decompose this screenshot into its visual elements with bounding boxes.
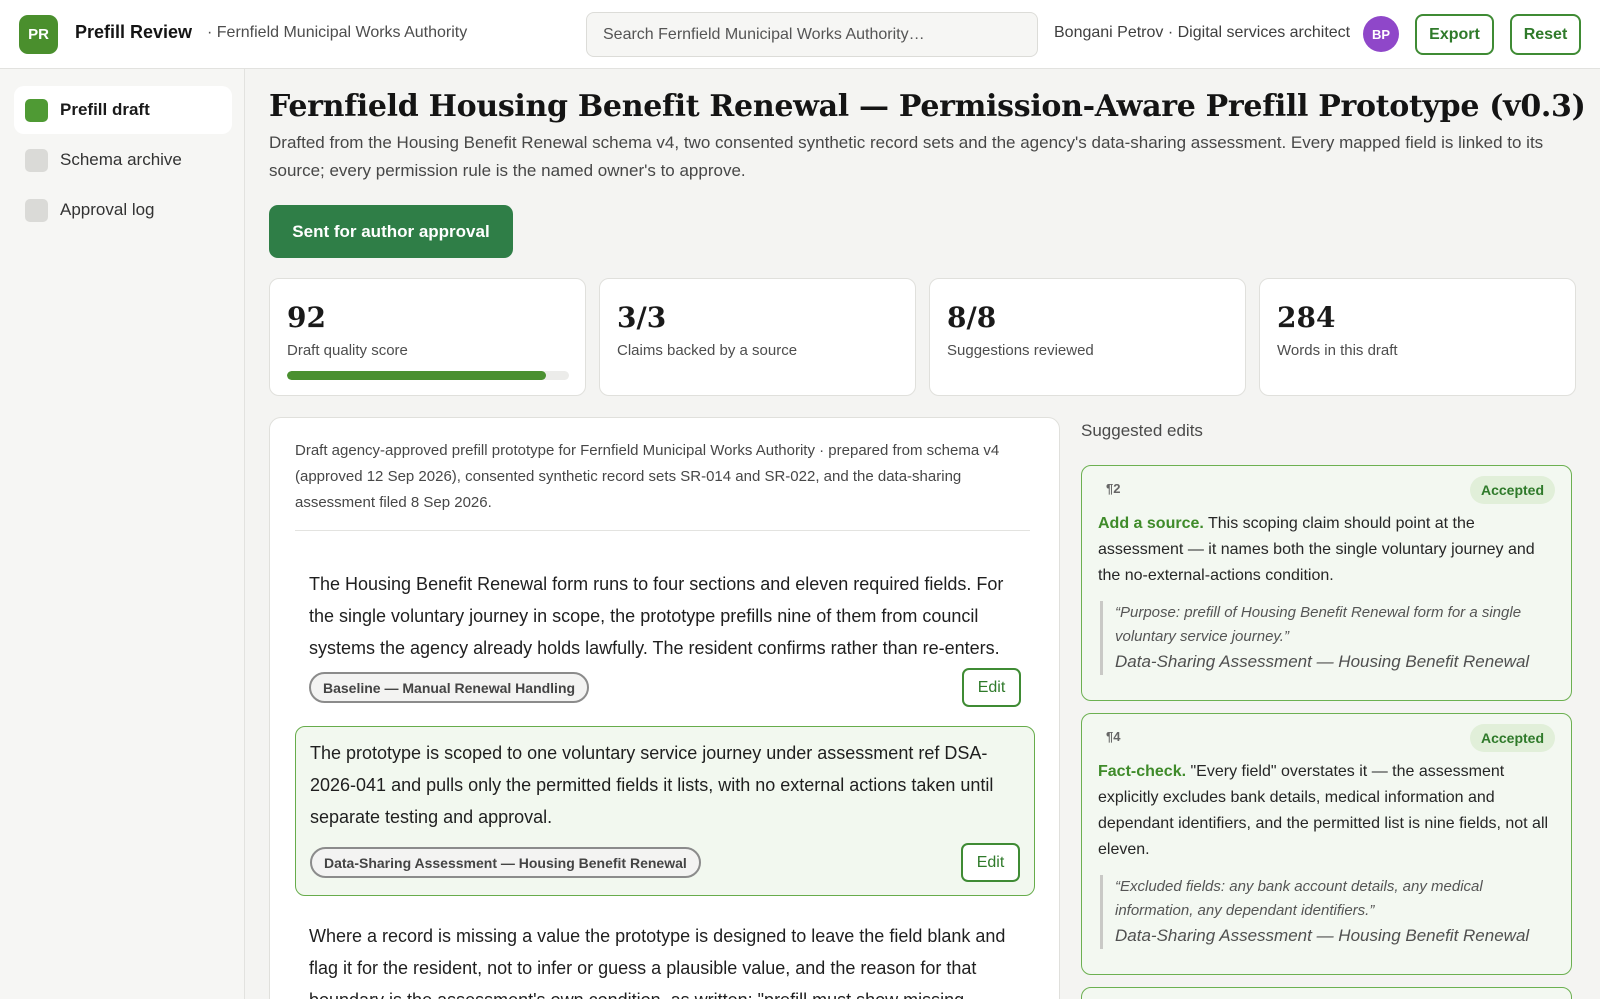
suggested-edits-title: Suggested edits <box>1081 421 1203 440</box>
paragraph-text: The Housing Benefit Renewal form runs to… <box>309 574 1004 658</box>
status-button[interactable]: Sent for author approval <box>269 205 513 258</box>
draft-paragraph: The Housing Benefit Renewal form runs to… <box>295 558 1035 710</box>
sidebar-item-approval-log[interactable]: Approval log <box>14 186 232 234</box>
export-button[interactable]: Export <box>1415 14 1494 55</box>
sidebar-item-label: Schema archive <box>60 150 182 169</box>
square-icon <box>25 148 48 172</box>
status-badge: Accepted <box>1469 476 1555 504</box>
source-tag[interactable]: Baseline — Manual Renewal Handling <box>309 672 590 703</box>
top-bar: PR Prefill Review · Fernfield Municipal … <box>0 0 1600 69</box>
stat-card-claims: 3/3 Claims backed by a source <box>599 278 916 396</box>
source-quote: “Excluded fields: any bank account detai… <box>1100 875 1554 949</box>
quote-source: Data-Sharing Assessment — Housing Benefi… <box>1115 652 1530 671</box>
stat-value: 3/3 <box>617 301 667 334</box>
stat-label: Draft quality score <box>287 342 408 359</box>
quote-source: Data-Sharing Assessment — Housing Benefi… <box>1115 926 1530 945</box>
quote-text: “Excluded fields: any bank account detai… <box>1115 878 1483 919</box>
stat-value: 8/8 <box>947 301 997 334</box>
sidebar-item-label: Approval log <box>60 200 155 219</box>
app-logo-badge: PR <box>19 15 58 54</box>
source-quote: “Purpose: prefill of Housing Benefit Ren… <box>1100 601 1554 675</box>
paragraph-text: The prototype is scoped to one voluntary… <box>310 743 994 827</box>
edit-button[interactable]: Edit <box>961 843 1020 882</box>
quote-text: “Purpose: prefill of Housing Benefit Ren… <box>1115 604 1522 645</box>
page-description: Drafted from the Housing Benefit Renewal… <box>269 133 1544 180</box>
sidebar: Prefill draft Schema archive Approval lo… <box>0 69 245 999</box>
stat-label: Claims backed by a source <box>617 342 798 359</box>
stat-label: Suggestions reviewed <box>947 342 1094 359</box>
source-tag[interactable]: Data-Sharing Assessment — Housing Benefi… <box>310 847 701 878</box>
status-badge: Accepted <box>1469 724 1555 752</box>
stat-value: 92 <box>287 301 326 334</box>
search-input[interactable] <box>603 25 1021 44</box>
suggestion-card-partial[interactable] <box>1081 987 1572 999</box>
sidebar-item-label: Prefill draft <box>60 100 150 119</box>
stat-card-suggestions: 8/8 Suggestions reviewed <box>929 278 1246 396</box>
suggestion-body: Fact-check. "Every field" overstates it … <box>1098 759 1558 863</box>
suggestion-card[interactable]: ¶4 Accepted Fact-check. "Every field" ov… <box>1081 713 1572 975</box>
suggestion-body: Add a source. This scoping claim should … <box>1098 511 1558 589</box>
sidebar-item-prefill-draft[interactable]: Prefill draft <box>14 86 232 134</box>
draft-paragraph-selected: The prototype is scoped to one voluntary… <box>295 726 1035 896</box>
paragraph-ref: ¶4 <box>1106 729 1121 744</box>
reset-button[interactable]: Reset <box>1510 14 1581 55</box>
stat-value: 284 <box>1277 301 1336 334</box>
sidebar-item-schema-archive[interactable]: Schema archive <box>14 136 232 184</box>
square-icon <box>25 198 48 222</box>
user-name-role: Bongani Petrov · Digital services archit… <box>1054 24 1351 41</box>
paragraph-ref: ¶2 <box>1106 481 1121 496</box>
stat-card-quality: 92 Draft quality score <box>269 278 586 396</box>
app-title: Prefill Review <box>75 22 193 42</box>
draft-intro: Draft agency-approved prefill prototype … <box>295 438 1030 531</box>
org-breadcrumb: · Fernfield Municipal Works Authority <box>207 24 468 41</box>
quality-progress-bar <box>287 371 569 380</box>
avatar[interactable]: BP <box>1363 16 1399 52</box>
suggestion-card[interactable]: ¶2 Accepted Add a source. This scoping c… <box>1081 465 1572 701</box>
quality-progress-fill <box>287 371 547 380</box>
suggestion-keyword: Add a source. <box>1098 515 1204 532</box>
suggestion-keyword: Fact-check. <box>1098 763 1187 780</box>
stat-label: Words in this draft <box>1277 342 1398 359</box>
page-title: Fernfield Housing Benefit Renewal — Perm… <box>269 89 1586 124</box>
search-box[interactable] <box>586 12 1038 57</box>
edit-button[interactable]: Edit <box>962 668 1021 707</box>
stat-card-words: 284 Words in this draft <box>1259 278 1576 396</box>
draft-document: Draft agency-approved prefill prototype … <box>269 417 1060 999</box>
paragraph-text: Where a record is missing a value the pr… <box>309 926 1006 999</box>
square-icon <box>25 98 48 122</box>
draft-paragraph: Where a record is missing a value the pr… <box>295 910 1035 999</box>
